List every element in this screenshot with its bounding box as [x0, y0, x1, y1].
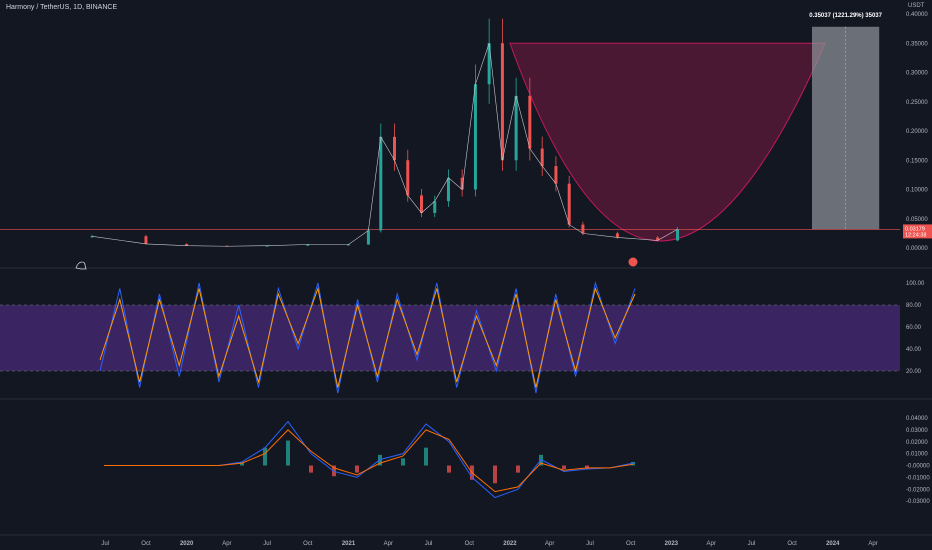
time-axis-tick: Apr [384, 541, 393, 547]
time-axis-tick: 2023 [665, 541, 679, 547]
price-unit: USDT [908, 3, 925, 9]
time-axis-tick: Apr [222, 541, 231, 547]
macd-axis-tick: 0.03000 [906, 428, 928, 434]
time-axis-tick: Jul [586, 541, 594, 547]
time-axis-tick: Jul [425, 541, 433, 547]
price-candle [581, 224, 585, 234]
stoch-axis-tick: 100.00 [906, 281, 925, 287]
time-axis-tick: Jul [101, 541, 109, 547]
time-axis-tick: 2021 [342, 541, 356, 547]
stoch-axis-tick: 40.00 [906, 347, 922, 353]
price-axis-tick: 0.40000 [906, 12, 928, 18]
stoch-axis-tick: 60.00 [906, 325, 922, 331]
price-candle [144, 236, 148, 244]
price-candle [419, 195, 423, 213]
price-candle [473, 84, 477, 190]
time-axis-tick: Oct [465, 541, 475, 547]
price-candle [514, 95, 518, 161]
time-axis-tick: Apr [545, 541, 554, 547]
macd-line [104, 420, 634, 499]
price-axis-tick: 0.25000 [906, 100, 928, 106]
macd-histogram-bar [562, 465, 566, 470]
stoch-axis-tick: 20.00 [906, 369, 922, 375]
macd-histogram-bar [355, 465, 359, 473]
macd-histogram-bar [401, 458, 405, 466]
time-axis-tick: 2022 [503, 541, 517, 547]
measure-label: 0.35037 (1221.29%) 35037 [809, 13, 882, 19]
macd-axis-tick: -0.01000 [906, 475, 930, 481]
price-candle [433, 201, 437, 213]
price-candle [554, 166, 558, 184]
macd-axis-tick: 0.02000 [906, 440, 928, 446]
signal-line [104, 429, 634, 493]
time-axis-tick: Oct [303, 541, 313, 547]
time-axis-tick: Apr [706, 541, 715, 547]
cup-pattern-drawing[interactable] [509, 42, 827, 242]
price-candle [446, 177, 450, 202]
price-axis-tick: 0.00000 [906, 246, 928, 252]
time-axis-tick: Jul [263, 541, 271, 547]
macd-histogram-bar [493, 465, 497, 484]
macd-axis-tick: -0.02000 [906, 487, 930, 493]
time-axis-tick: Apr [868, 541, 877, 547]
symbol-title: Harmony / TetherUS, 1D, BINANCE [6, 4, 118, 11]
price-candle [540, 148, 544, 167]
time-axis-tick: Oct [787, 541, 797, 547]
macd-histogram-bar [447, 465, 451, 473]
price-candle [406, 160, 410, 196]
price-badge-countdown: 12:24:38 [905, 232, 926, 238]
chart-svg[interactable]: 0.40000 0.35000 0.30000 0.25000 0.20000 0.150… [0, 0, 932, 550]
price-candle [393, 136, 397, 161]
price-candle [676, 229, 680, 241]
macd-axis-tick: -0.03000 [906, 499, 930, 505]
price-axis-tick: 0.30000 [906, 71, 928, 77]
macd-histogram-bar [286, 440, 290, 466]
price-candle [528, 95, 532, 149]
macd-histogram-bar [263, 447, 267, 466]
macd-histogram-bar [516, 465, 520, 473]
price-axis-tick: 0.05000 [906, 217, 928, 223]
macd-histogram-bar [424, 447, 428, 466]
time-axis-tick: Oct [626, 541, 636, 547]
earnings-flag-icon[interactable] [628, 257, 638, 267]
price-candle [379, 136, 383, 231]
price-candle [567, 183, 571, 225]
macd-axis-tick: 0.01000 [906, 452, 928, 458]
time-axis-tick: 2020 [180, 541, 194, 547]
price-axis-tick: 0.35000 [906, 41, 928, 47]
price-candle [500, 43, 504, 161]
price-candle [366, 230, 370, 245]
time-axis-tick: Jul [748, 541, 756, 547]
price-candle [615, 233, 619, 238]
macd-axis-tick: -0.00000 [906, 464, 930, 470]
price-axis-tick: 0.10000 [906, 188, 928, 194]
time-axis-tick: 2024 [826, 541, 840, 547]
price-candle [487, 43, 491, 85]
macd-axis-tick: 0.04000 [906, 416, 928, 422]
price-axis-tick: 0.20000 [906, 129, 928, 135]
macd-histogram-bar [309, 465, 313, 473]
time-axis-tick: Oct [141, 541, 151, 547]
price-axis-tick: 0.15000 [906, 158, 928, 164]
stoch-axis-tick: 80.00 [906, 303, 922, 309]
